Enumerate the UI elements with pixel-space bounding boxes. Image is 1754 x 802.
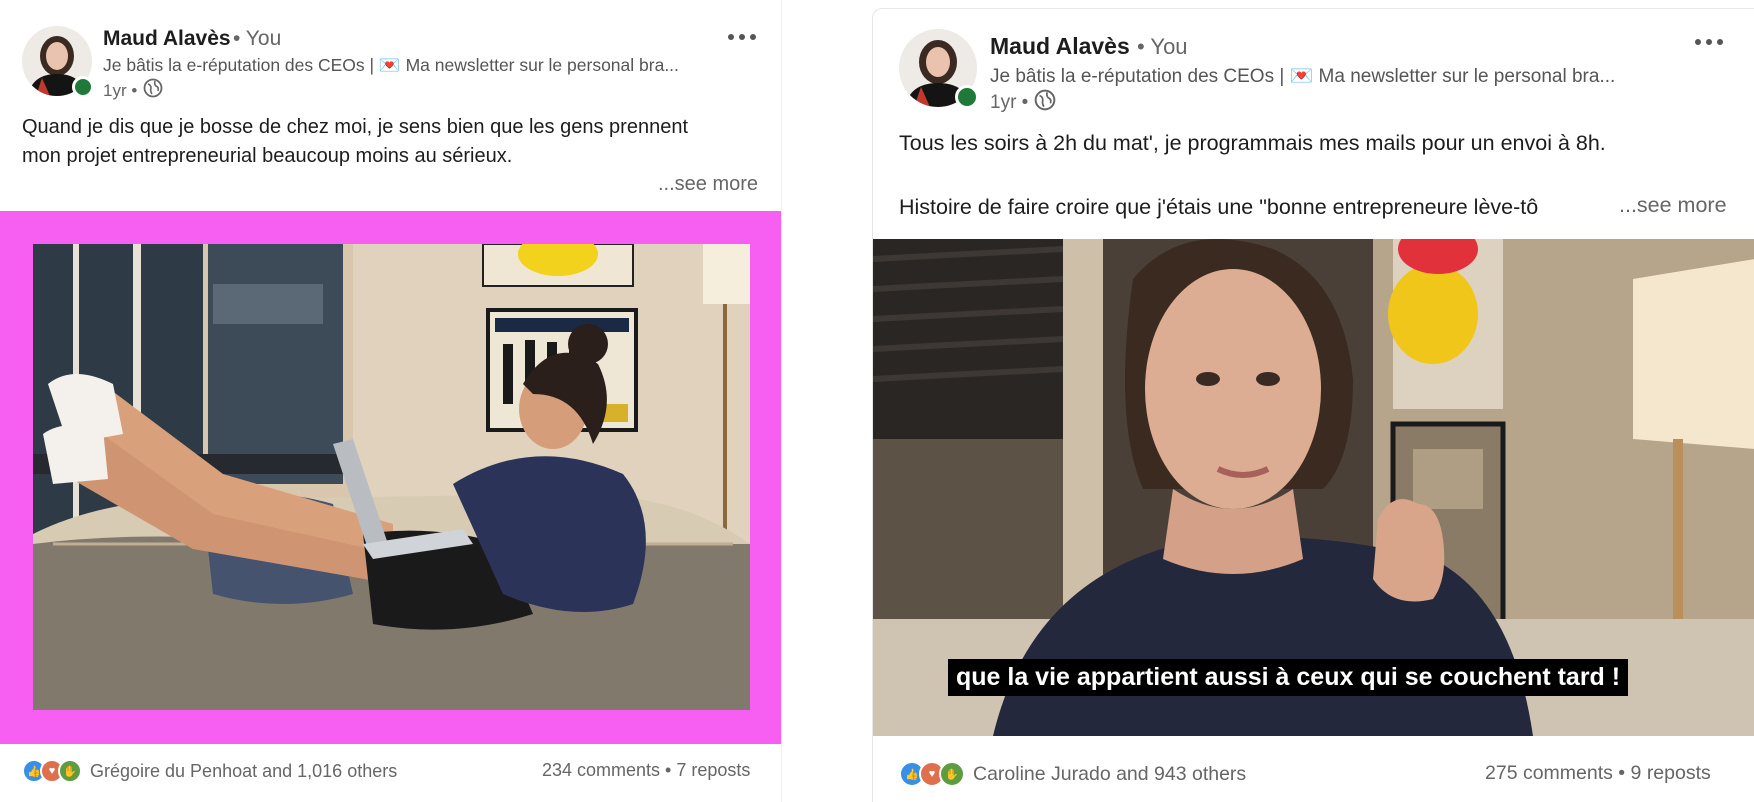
you-label: • You <box>1137 34 1188 59</box>
feed: Maud Alavès • You Je bâtis la e-réputati… <box>0 0 1754 802</box>
post-time: 1yr • <box>103 80 138 100</box>
reactions-text[interactable]: Caroline Jurado and 943 others <box>973 763 1246 786</box>
author-name[interactable]: Maud Alavès <box>103 27 231 51</box>
avatar[interactable] <box>22 26 94 98</box>
reaction-icons: 👍 ♥ ✋ <box>899 761 965 787</box>
post-time: 1yr • <box>990 92 1029 113</box>
post-text-line: mon projet entrepreneurial beaucoup moin… <box>22 145 513 167</box>
post-video[interactable]: que la vie appartient aussi à ceux qui s… <box>873 239 1754 736</box>
support-icon: ✋ <box>939 761 965 787</box>
comments-reposts-count[interactable]: 275 comments • 9 reposts <box>1485 762 1711 785</box>
author-headline: Je bâtis la e-réputation des CEOs | 💌 Ma… <box>103 55 679 75</box>
more-options-icon[interactable] <box>1695 39 1723 45</box>
globe-icon <box>1034 89 1056 117</box>
post-meta: 1yr • <box>103 78 163 103</box>
author-name[interactable]: Maud Alavès <box>990 33 1130 60</box>
reactions-summary[interactable]: 👍 ♥ ✋ Caroline Jurado and 943 others <box>899 761 1246 787</box>
post-card-right: Maud Alavès • You Je bâtis la e-réputati… <box>872 8 1754 802</box>
see-more-link[interactable]: ...see more <box>652 173 759 196</box>
post-meta: 1yr • <box>990 89 1056 117</box>
globe-icon <box>143 78 163 103</box>
post-text-line: Tous les soirs à 2h du mat', je programm… <box>899 131 1606 155</box>
video-caption: que la vie appartient aussi à ceux qui s… <box>948 659 1629 696</box>
post-text: Quand je dis que je bosse de chez moi, j… <box>22 113 762 171</box>
post-photo[interactable] <box>33 244 750 710</box>
reaction-icons: 👍 ♥ ✋ <box>22 759 82 783</box>
post-card-left: Maud Alavès • You Je bâtis la e-réputati… <box>0 0 782 802</box>
avatar[interactable] <box>899 29 979 109</box>
online-status-icon <box>955 85 979 109</box>
post-text-line: Quand je dis que je bosse de chez moi, j… <box>22 116 688 138</box>
see-more-link[interactable]: ...see more <box>1613 193 1727 218</box>
comments-reposts-count[interactable]: 234 comments • 7 reposts <box>542 760 750 781</box>
reactions-text[interactable]: Grégoire du Penhoat and 1,016 others <box>90 761 397 782</box>
post-text-line <box>899 159 1739 191</box>
author-headline: Je bâtis la e-réputation des CEOs | 💌 Ma… <box>990 66 1616 87</box>
online-status-icon <box>72 76 94 98</box>
support-icon: ✋ <box>58 759 82 783</box>
you-label: • You <box>233 27 282 50</box>
post-image-frame[interactable] <box>0 211 781 744</box>
reactions-summary[interactable]: 👍 ♥ ✋ Grégoire du Penhoat and 1,016 othe… <box>22 759 397 783</box>
more-options-icon[interactable] <box>728 34 756 40</box>
